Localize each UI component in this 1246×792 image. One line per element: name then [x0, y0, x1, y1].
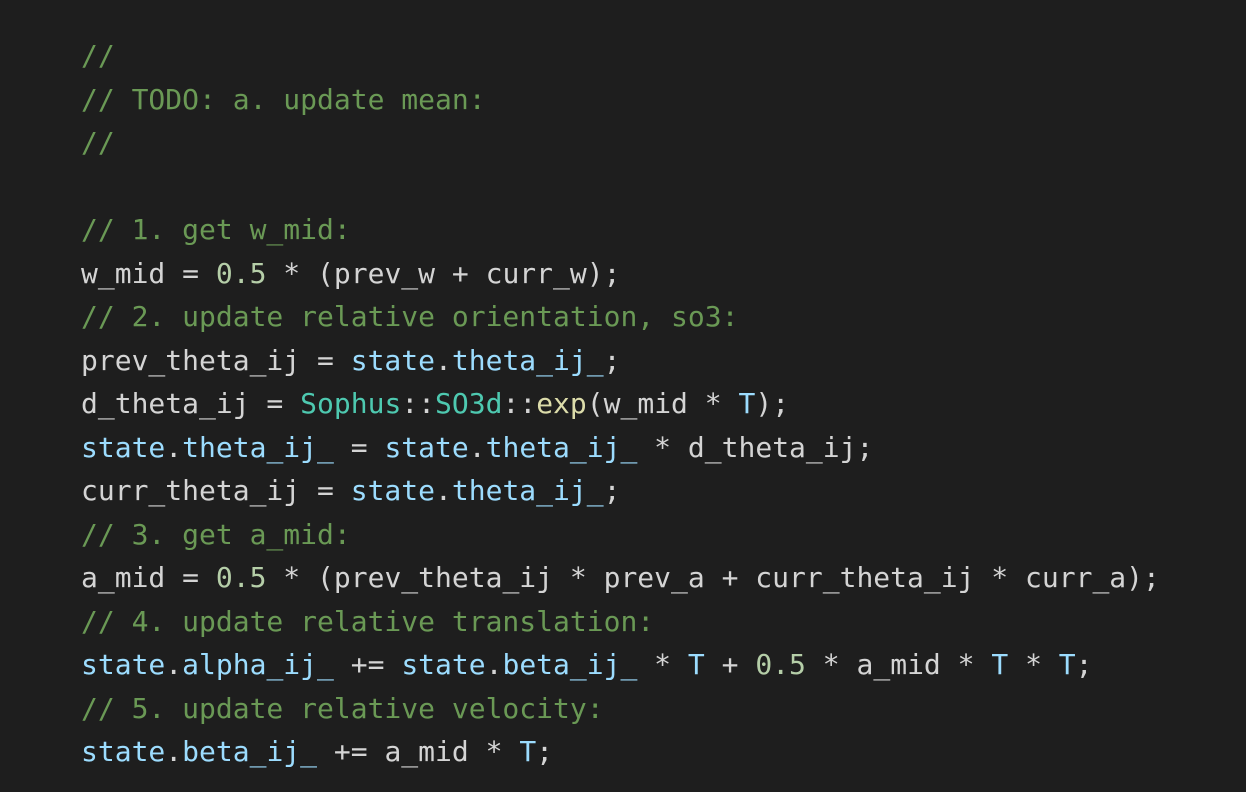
code-line: // 1. get w_mid: [81, 208, 1246, 252]
variable-token: state [81, 430, 166, 464]
number-token: 0.5 [755, 648, 806, 681]
variable-token: beta_ij_ [502, 648, 638, 681]
code-token: :: [401, 387, 436, 420]
code-token: . [165, 430, 183, 464]
code-line: w_mid = 0.5 * (prev_w + curr_w); [81, 252, 1246, 296]
code-line: a_mid = 0.5 * (prev_theta_ij * prev_a + … [81, 556, 1246, 600]
variable-token: state [350, 343, 436, 377]
code-line: // 5. update relative velocity: [81, 687, 1246, 731]
code-token: = [333, 430, 385, 464]
type-token: Sophus [300, 387, 402, 420]
comment-token: // [81, 126, 115, 159]
type-token: SO3d [435, 387, 503, 420]
variable-token: state [350, 474, 436, 507]
code-token: * a_mid * [805, 648, 992, 681]
variable-token: T [687, 648, 705, 681]
code-token: += [333, 648, 402, 681]
variable-token: state [384, 430, 469, 464]
code-line: // TODO: a. update mean: [81, 78, 1246, 122]
code-token: ; [603, 343, 621, 377]
variable-token: T [1058, 648, 1076, 681]
code-token: . [468, 430, 486, 464]
code-line: state.alpha_ij_ += state.beta_ij_ * T + … [81, 643, 1246, 687]
code-line: state.beta_ij_ += a_mid * T; [81, 730, 1246, 774]
comment-token: // 5. update relative velocity: [81, 691, 604, 725]
code-editor[interactable]: // // TODO: a. update mean: // // 1. get w_… [0, 0, 1246, 792]
code-line: // [81, 34, 1246, 78]
variable-token: state [81, 648, 166, 681]
code-token: ; [603, 474, 621, 507]
variable-token: state [401, 648, 486, 681]
code-token: (w_mid * [586, 387, 739, 420]
code-token: :: [502, 387, 537, 420]
variable-token: alpha_ij_ [182, 648, 334, 681]
comment-token: // 1. get w_mid: [81, 213, 351, 246]
code-token: . [165, 648, 183, 681]
code-token: * [1008, 648, 1059, 681]
code-token: . [485, 648, 503, 681]
number-token: 0.5 [215, 256, 267, 290]
variable-token: T [519, 735, 537, 768]
code-token: . [165, 735, 183, 768]
function-token: exp [536, 387, 587, 420]
variable-token: theta_ij_ [485, 430, 638, 464]
code-token: ; [536, 735, 554, 768]
code-line: prev_theta_ij = state.theta_ij_; [81, 339, 1246, 383]
code-line: d_theta_ij = Sophus::SO3d::exp(w_mid * T… [81, 382, 1246, 426]
code-token: ; [1075, 648, 1093, 681]
code-token: += a_mid * [317, 735, 520, 768]
code-token: w_mid = [81, 256, 216, 290]
comment-token: // [81, 39, 115, 72]
comment-token: // TODO: a. update mean: [81, 82, 486, 116]
variable-token: theta_ij_ [451, 474, 604, 507]
code-line: // 4. update relative translation: [81, 600, 1246, 644]
code-token: d_theta_ij = [81, 387, 301, 420]
variable-token: T [738, 387, 756, 420]
code-line: state.theta_ij_ = state.theta_ij_ * d_th… [81, 426, 1246, 470]
variable-token: beta_ij_ [182, 735, 318, 768]
code-token: curr_theta_ij = [81, 474, 351, 507]
code-token: a_mid = [81, 561, 216, 594]
code-line: // [81, 121, 1246, 165]
number-token: 0.5 [215, 561, 267, 594]
code-line: // 2. update relative orientation, so3: [81, 295, 1246, 339]
code-token: prev_theta_ij = [81, 343, 351, 377]
code-line: // 3. get a_mid: [81, 513, 1246, 557]
comment-token: // 3. get a_mid: [81, 517, 351, 551]
code-token: * [637, 648, 688, 681]
comment-token: // 4. update relative translation: [81, 604, 655, 638]
code-token: * d_theta_ij; [637, 430, 874, 464]
comment-token: // 2. update relative orientation, so3: [81, 300, 739, 333]
code-token: * (prev_w + curr_w); [266, 256, 621, 290]
code-token: . [435, 474, 452, 507]
code-token: + [704, 648, 756, 681]
code-line: curr_theta_ij = state.theta_ij_; [81, 469, 1246, 513]
code-token: . [435, 343, 452, 377]
variable-token: theta_ij_ [451, 343, 604, 377]
variable-token: state [81, 735, 166, 768]
code-token: * (prev_theta_ij * prev_a + curr_theta_i… [266, 561, 1160, 594]
variable-token: theta_ij_ [182, 430, 334, 464]
code-token: ); [755, 387, 790, 420]
variable-token: T [991, 648, 1009, 681]
